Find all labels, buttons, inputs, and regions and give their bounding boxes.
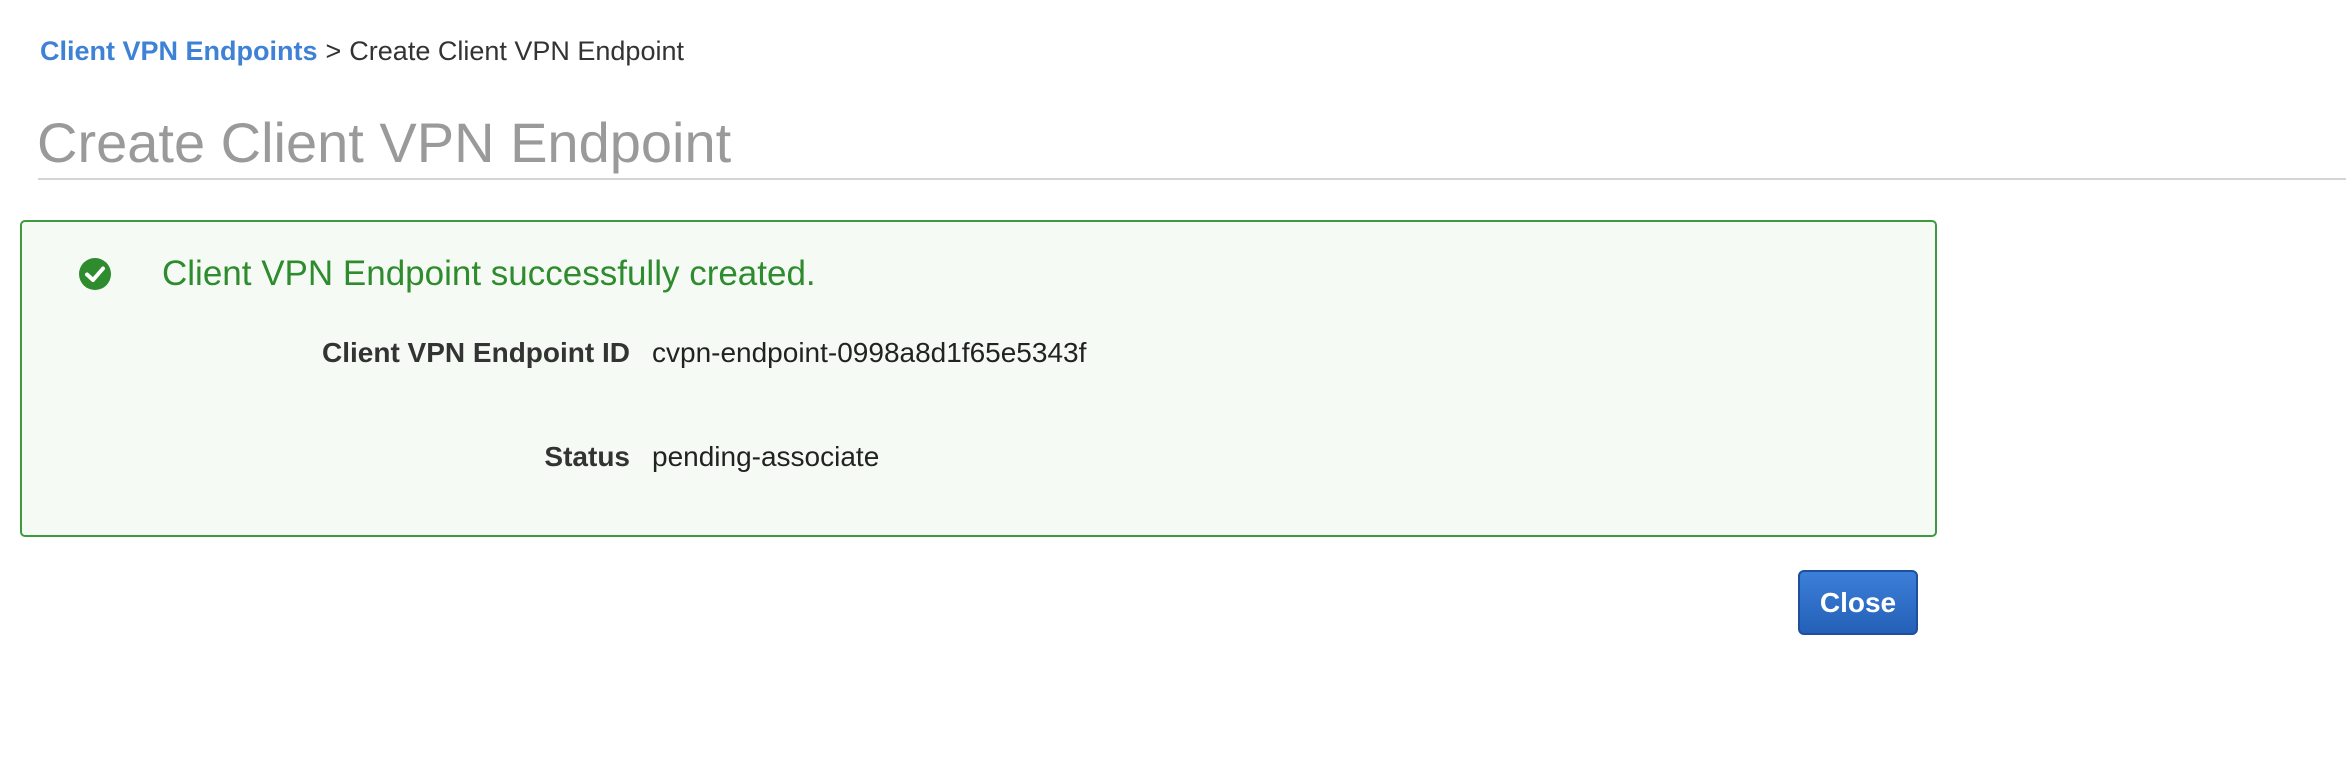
success-panel: Client VPN Endpoint successfully created… xyxy=(20,220,1937,537)
success-message: Client VPN Endpoint successfully created… xyxy=(162,254,816,293)
page-title: Create Client VPN Endpoint xyxy=(37,111,732,174)
status-value: pending-associate xyxy=(652,441,880,472)
title-divider xyxy=(38,178,2346,180)
close-button[interactable]: Close xyxy=(1798,570,1918,635)
breadcrumb-separator: > xyxy=(325,36,342,66)
breadcrumb: Client VPN Endpoints > Create Client VPN E… xyxy=(40,32,684,70)
endpoint-id-value: cvpn-endpoint-0998a8d1f65e5343f xyxy=(652,337,1087,368)
breadcrumb-current: Create Client VPN Endpoint xyxy=(349,36,684,66)
check-circle-icon xyxy=(78,257,112,291)
status-label: Status xyxy=(544,441,630,472)
breadcrumb-link-client-vpn-endpoints[interactable]: Client VPN Endpoints xyxy=(40,36,318,66)
endpoint-id-label: Client VPN Endpoint ID xyxy=(322,337,630,368)
